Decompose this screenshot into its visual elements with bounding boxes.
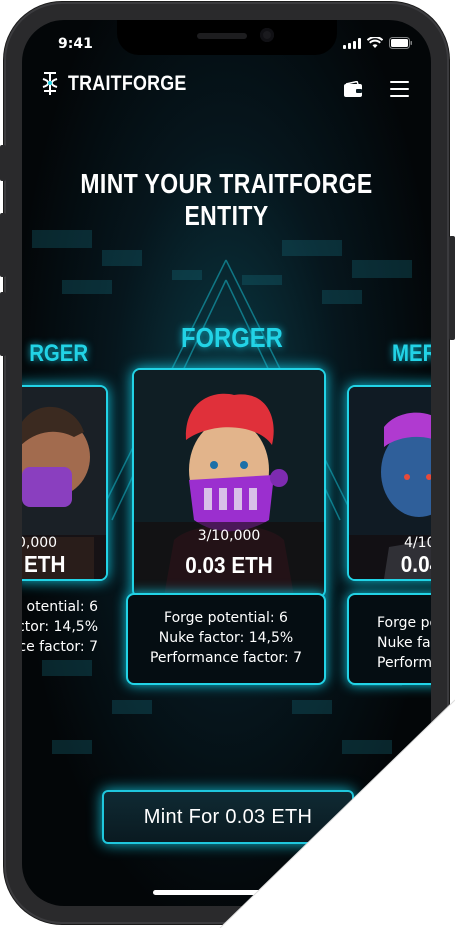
stat-performance-factor: ce factor: 7 [22, 639, 98, 655]
app-screen: 9:41 TRAITFORGE MINT YOUR TRAITFORGE ENT… [22, 20, 431, 906]
entity-card-left[interactable]: 0,000 ETH [22, 385, 108, 581]
stat-forge-potential: otential: 6 [26, 599, 98, 615]
price-band: 3/10,000 0.03 ETH [134, 522, 324, 596]
mint-count: 0,000 [22, 535, 58, 551]
phone-side-button [0, 145, 6, 181]
home-indicator[interactable] [153, 890, 300, 895]
card-title-left: RGER [29, 340, 89, 367]
menu-icon[interactable] [390, 81, 409, 102]
brand[interactable]: TRAITFORGE [40, 71, 208, 97]
phone-side-button [0, 213, 6, 277]
mint-price: 0.04 [400, 551, 431, 577]
page-title: MINT YOUR TRAITFORGE ENTITY [80, 168, 373, 231]
stat-nuke-factor: Nuke fact [377, 635, 431, 651]
stat-nuke-factor: Nuke factor: 14,5% [158, 630, 294, 646]
brand-name: TRAITFORGE [68, 72, 187, 95]
card-title-center: FORGER [180, 322, 283, 353]
speaker [197, 33, 247, 39]
card-title-right: MER [392, 340, 431, 367]
stat-nuke-factor: ctor: 14,5% [22, 619, 98, 635]
status-icons [343, 37, 413, 49]
signal-icon [343, 37, 361, 49]
mint-price: ETH [24, 551, 66, 577]
phone-side-button [0, 292, 6, 356]
stats-panel-center: Forge potential: 6 Nuke factor: 14,5% Pe… [126, 593, 326, 685]
stats-panel-left: otential: 6 ctor: 14,5% ce factor: 7 [22, 593, 104, 661]
stat-performance-factor: Performance factor: 7 [149, 650, 302, 666]
stat-forge-potential: Forge potential: 6 [164, 610, 288, 626]
logo-icon [42, 72, 58, 95]
mint-count: 3/10,000 [197, 528, 261, 544]
wifi-icon [367, 37, 383, 48]
camera [260, 28, 274, 42]
phone-side-button [449, 236, 455, 340]
stats-panel-right: Forge pot Nuke fact Performan [347, 593, 431, 685]
notch [117, 20, 337, 55]
mint-count: 4/10 [404, 535, 431, 551]
price-band: 0,000 ETH [22, 535, 106, 579]
mint-price: 0.03 ETH [185, 552, 273, 578]
entity-card-center[interactable]: 3/10,000 0.03 ETH [132, 368, 326, 598]
status-time: 9:41 [58, 36, 93, 52]
battery-icon [389, 37, 412, 49]
entity-card-right[interactable]: 4/10 0.04 [347, 385, 431, 581]
stat-performance-factor: Performan [377, 655, 431, 671]
price-band: 4/10 0.04 [349, 535, 431, 579]
wallet-icon[interactable] [343, 81, 363, 98]
mint-button[interactable]: Mint For 0.03 ETH [102, 790, 354, 844]
stat-forge-potential: Forge pot [377, 615, 431, 631]
